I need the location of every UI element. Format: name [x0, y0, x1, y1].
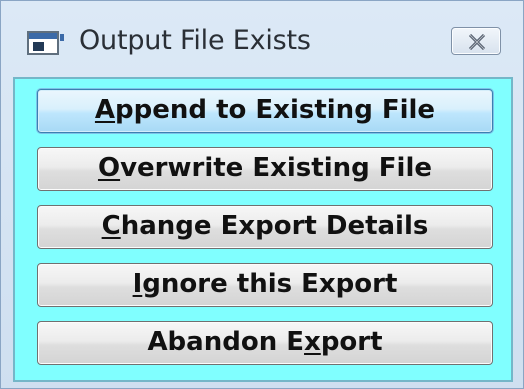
- button-label-suffix: verwrite Existing File: [120, 153, 433, 183]
- title-bar[interactable]: Output File Exists: [1, 1, 523, 77]
- button-label-suffix: gnore this Export: [142, 269, 398, 299]
- accelerator-key: x: [304, 327, 321, 357]
- close-icon: [468, 34, 486, 50]
- button-label-suffix: port: [320, 327, 383, 357]
- window-title: Output File Exists: [79, 25, 311, 56]
- button-label-suffix: ppend to Existing File: [115, 95, 436, 125]
- dialog-window: Output File Exists Append to Existing Fi…: [0, 0, 524, 389]
- accelerator-key: I: [132, 269, 143, 299]
- close-button[interactable]: [451, 27, 501, 55]
- overwrite-existing-file-button[interactable]: Overwrite Existing File: [37, 147, 493, 191]
- accelerator-key: A: [94, 95, 116, 125]
- button-label-prefix: Abandon E: [147, 327, 305, 357]
- dialog-client-area: Append to Existing File Overwrite Existi…: [13, 77, 513, 382]
- button-label-suffix: hange Export Details: [120, 211, 429, 241]
- abandon-export-button[interactable]: Abandon Export: [37, 321, 493, 365]
- application-window-icon: [27, 31, 64, 55]
- append-to-existing-file-button[interactable]: Append to Existing File: [37, 89, 493, 133]
- ignore-this-export-button[interactable]: Ignore this Export: [37, 263, 493, 307]
- change-export-details-button[interactable]: Change Export Details: [37, 205, 493, 249]
- accelerator-key: C: [101, 211, 121, 241]
- accelerator-key: O: [97, 153, 121, 183]
